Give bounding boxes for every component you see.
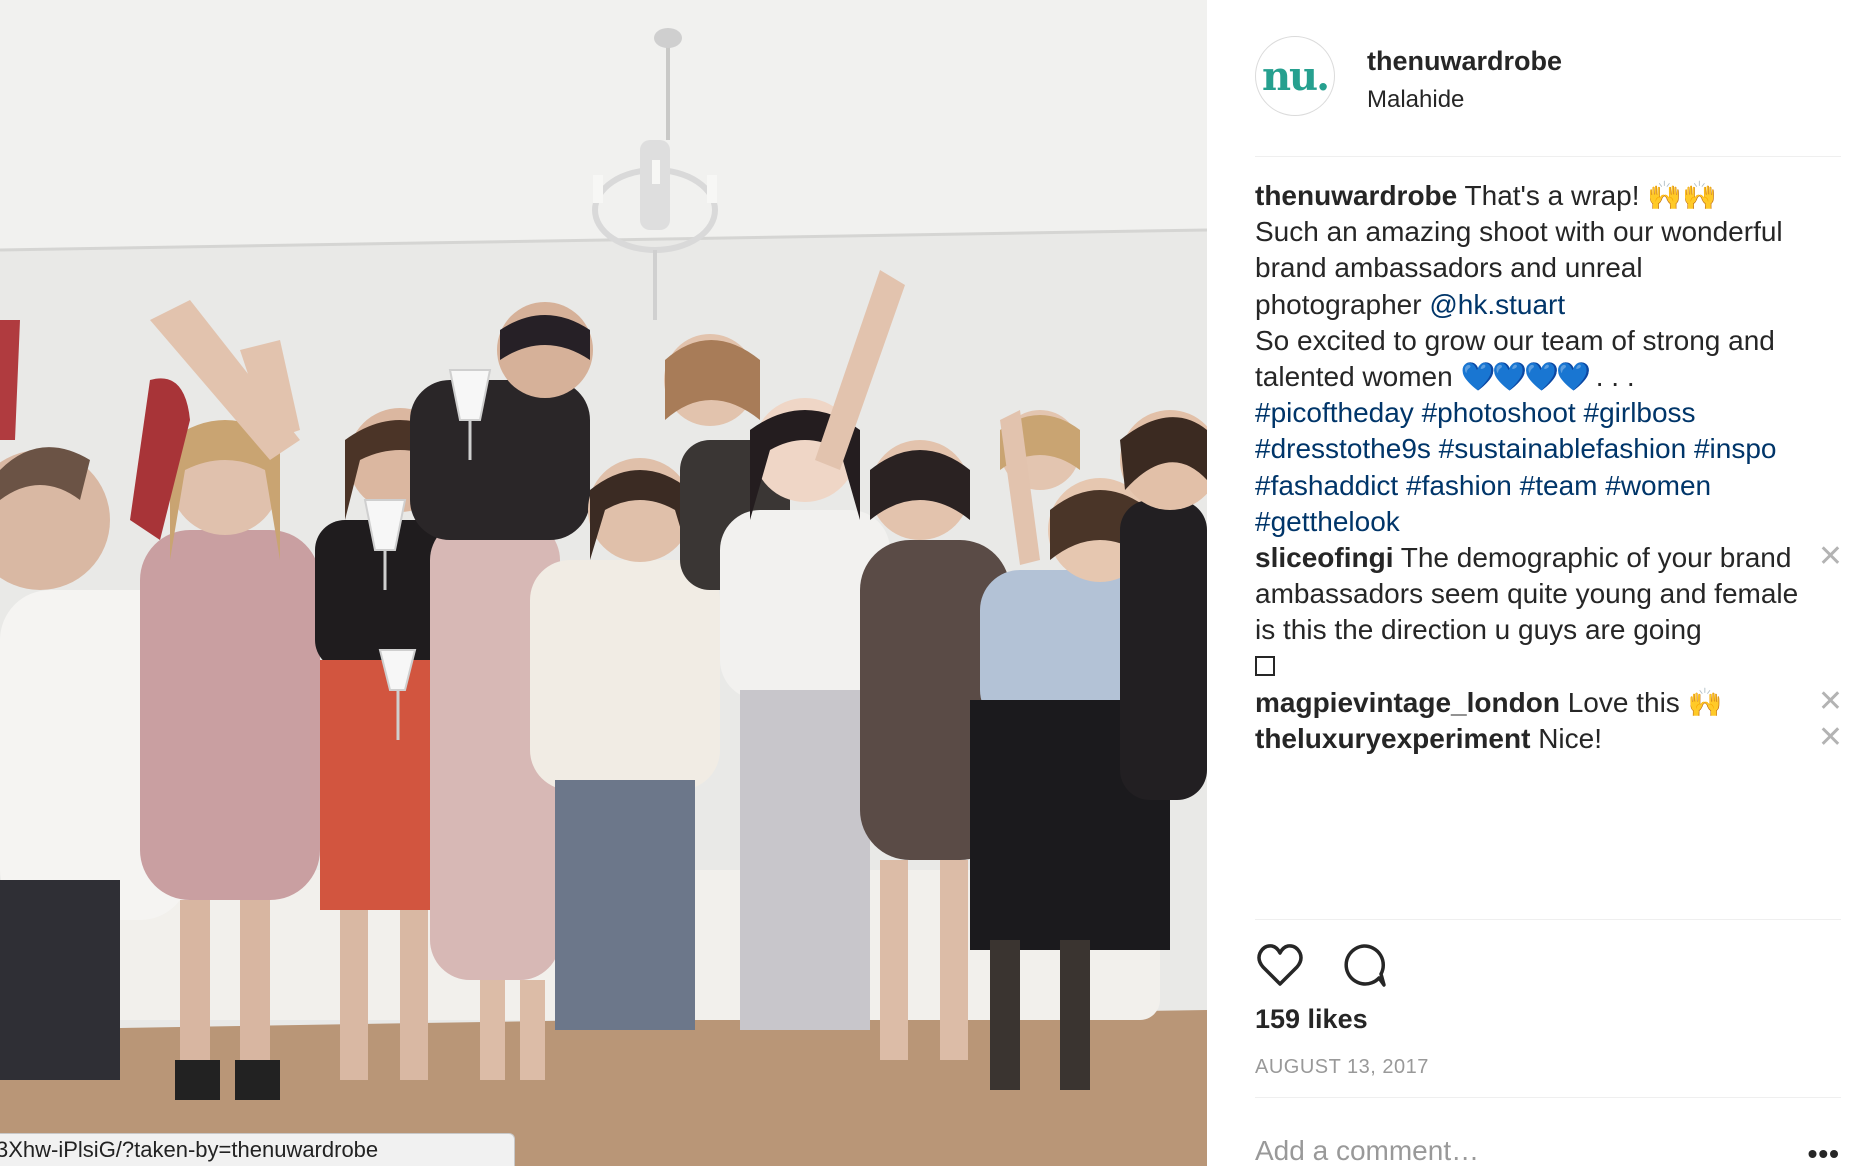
hashtag-link[interactable]: #girlboss [1584,397,1696,428]
action-bar [1255,940,1419,992]
divider [1255,919,1841,920]
hashtag-link[interactable]: #fashaddict [1255,470,1398,501]
post-date: AUGUST 13, 2017 [1255,1056,1429,1078]
header-location[interactable]: Malahide [1367,86,1464,114]
add-comment-input[interactable] [1255,1135,1755,1166]
hashtag-link[interactable]: #fashion [1406,470,1512,501]
hashtag-link[interactable]: #getthelook [1255,506,1400,537]
group-photo-illustration [0,0,1207,1166]
profile-avatar[interactable]: nu. [1255,36,1335,116]
instagram-post-view: 3Xhw-iPlsiG/?taken-by=thenuwardrobe nu. … [0,0,1868,1166]
clap-emoji-icon: 🙌 [1687,686,1723,718]
comment-item: sliceofingi The demographic of your bran… [1255,540,1845,685]
close-icon[interactable]: ✕ [1818,542,1843,572]
comment-list: thenuwardrobe That's a wrap! 🙌🙌 Such an … [1255,178,1845,757]
comment-text: Nice! [1538,723,1602,755]
comment-username[interactable]: theluxuryexperiment [1255,723,1530,754]
heart-icon[interactable] [1255,940,1305,990]
hashtag-link[interactable]: #photoshoot [1422,397,1576,428]
hashtag-link[interactable]: #sustainablefashion [1439,433,1687,464]
divider [1255,1097,1841,1098]
comment-username[interactable]: sliceofingi [1255,542,1393,573]
comment-item: theluxuryexperiment Nice! ✕ [1255,721,1845,757]
header-username[interactable]: thenuwardrobe [1367,46,1562,77]
caption: thenuwardrobe That's a wrap! 🙌🙌 Such an … [1255,178,1845,540]
mention-link[interactable]: @hk.stuart [1429,289,1565,320]
comment-icon[interactable] [1339,940,1389,990]
more-icon[interactable]: ••• [1808,1138,1840,1166]
blue-hearts-emoji-icon: 💙💙💙💙 [1460,361,1590,393]
post-photo[interactable]: 3Xhw-iPlsiG/?taken-by=thenuwardrobe [0,0,1207,1166]
comment-item: magpievintage_london Love this 🙌 ✕ [1255,685,1845,721]
comment-text: Love this [1567,686,1680,718]
caption-ellipsis: . . . [1595,361,1635,393]
close-icon[interactable]: ✕ [1818,723,1843,753]
hashtag-link[interactable]: #women [1605,470,1711,501]
post-header: nu. thenuwardrobe Malahide [1255,36,1841,157]
hashtag-link[interactable]: #inspo [1694,433,1777,464]
hashtag-link[interactable]: #team [1520,470,1598,501]
caption-username[interactable]: thenuwardrobe [1255,180,1457,211]
post-side-panel: nu. thenuwardrobe Malahide thenuwardrobe… [1207,0,1868,1166]
unsupported-emoji-icon [1255,656,1275,677]
close-icon[interactable]: ✕ [1818,686,1843,717]
caption-line1: That's a wrap! [1464,180,1640,211]
link-status-bar: 3Xhw-iPlsiG/?taken-by=thenuwardrobe [0,1133,515,1166]
clap-emoji-icon: 🙌🙌 [1647,180,1718,211]
likes-count[interactable]: 159 likes [1255,1004,1368,1035]
hashtag-link[interactable]: #picoftheday [1255,397,1414,428]
hashtag-link[interactable]: #dresstothe9s [1255,433,1431,464]
comment-username[interactable]: magpievintage_london [1255,687,1560,718]
